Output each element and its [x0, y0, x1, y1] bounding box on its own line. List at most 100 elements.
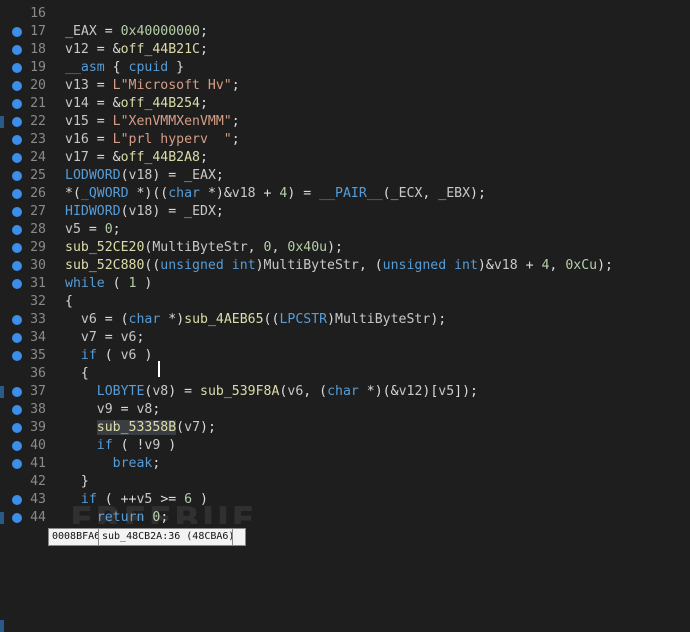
code-line[interactable]: 39 sub_53358B(v7); [0, 419, 690, 437]
code-line[interactable]: 37 LOBYTE(v8) = sub_539F8A(v6, (char *)(… [0, 383, 690, 401]
code-line[interactable]: 28 v5 = 0; [0, 221, 690, 239]
code-line[interactable]: 29 sub_52CE20(MultiByteStr, 0, 0x40u); [0, 239, 690, 257]
code-token: ( [104, 276, 129, 291]
breakpoint-dot-icon[interactable] [12, 279, 22, 289]
breakpoint-dot-icon[interactable] [12, 333, 22, 343]
breakpoint-dot-icon[interactable] [12, 45, 22, 55]
code-line[interactable]: 34 v7 = v6; [0, 329, 690, 347]
breakpoint-dot-icon[interactable] [12, 315, 22, 325]
code-text[interactable]: v14 = &off_44B254; [65, 95, 208, 113]
breakpoint-dot-icon[interactable] [12, 513, 22, 523]
code-line[interactable]: 38 v9 = v8; [0, 401, 690, 419]
code-line[interactable]: 17 _EAX = 0x40000000; [0, 23, 690, 41]
code-text[interactable]: v16 = L"prl hyperv "; [65, 131, 240, 149]
code-token: char [168, 186, 200, 201]
code-line[interactable]: 22 v15 = L"XenVMMXenVMM"; [0, 113, 690, 131]
code-line[interactable]: 35 if ( v6 ) [0, 347, 690, 365]
code-token: { [65, 294, 73, 309]
code-line[interactable]: 18 v12 = &off_44B21C; [0, 41, 690, 59]
code-text[interactable]: { [65, 365, 89, 383]
code-token: LOBYTE [96, 384, 145, 399]
breakpoint-dot-icon[interactable] [12, 171, 22, 181]
code-text[interactable]: v7 = v6; [65, 329, 145, 347]
code-token: 0 [104, 222, 113, 237]
breakpoint-dot-icon[interactable] [12, 243, 22, 253]
code-text[interactable]: LODWORD(v18) = _EAX; [65, 167, 224, 185]
code-line[interactable]: 36 { [0, 365, 690, 383]
code-text[interactable]: break; [65, 455, 161, 473]
code-text[interactable]: if ( v6 ) [65, 347, 153, 365]
code-line[interactable]: 41 break; [0, 455, 690, 473]
code-line[interactable]: 20 v13 = L"Microsoft Hv"; [0, 77, 690, 95]
code-text[interactable]: HIDWORD(v18) = _EDX; [65, 203, 224, 221]
line-number: 16 [30, 6, 46, 21]
code-text[interactable]: if ( !v9 ) [65, 437, 176, 455]
code-text[interactable]: _EAX = 0x40000000; [65, 23, 208, 41]
breakpoint-dot-icon[interactable] [12, 387, 22, 397]
breakpoint-dot-icon[interactable] [12, 63, 22, 73]
code-text[interactable]: v12 = &off_44B21C; [65, 41, 208, 59]
code-text[interactable]: v17 = &off_44B2A8; [65, 149, 208, 167]
line-number: 32 [30, 294, 46, 309]
code-line[interactable]: 40 if ( !v9 ) [0, 437, 690, 455]
line-number: 34 [30, 330, 46, 345]
pseudocode-editor[interactable]: 16 17 _EAX = 0x40000000; 18 v12 = &off_44B21… [0, 0, 690, 632]
breakpoint-dot-icon[interactable] [12, 99, 22, 109]
breakpoint-dot-icon[interactable] [12, 189, 22, 199]
text-cursor [158, 361, 160, 377]
code-line[interactable]: 42 } [0, 473, 690, 491]
breakpoint-dot-icon[interactable] [12, 27, 22, 37]
code-text[interactable]: sub_52C880((unsigned int)MultiByteStr, (… [65, 257, 613, 275]
code-line[interactable]: 27 HIDWORD(v18) = _EDX; [0, 203, 690, 221]
code-line[interactable]: 25 LODWORD(v18) = _EAX; [0, 167, 690, 185]
breakpoint-dot-icon[interactable] [12, 495, 22, 505]
breakpoint-dot-icon[interactable] [12, 423, 22, 433]
code-token: v15 [65, 114, 89, 129]
breakpoint-dot-icon[interactable] [12, 261, 22, 271]
breakpoint-dot-icon[interactable] [12, 405, 22, 415]
code-line[interactable]: 33 v6 = (char *)sub_4AEB65((LPCSTR)Multi… [0, 311, 690, 329]
code-line[interactable]: 21 v14 = &off_44B254; [0, 95, 690, 113]
code-line[interactable]: 32 { [0, 293, 690, 311]
code-line[interactable]: 19 __asm { cpuid } [0, 59, 690, 77]
breakpoint-dot-icon[interactable] [12, 81, 22, 91]
code-token: ) = [152, 168, 185, 183]
code-text[interactable]: v5 = 0; [65, 221, 121, 239]
code-line[interactable]: 24 v17 = &off_44B2A8; [0, 149, 690, 167]
code-text[interactable]: sub_53358B(v7); [65, 419, 216, 437]
code-line[interactable]: 26 *(_QWORD *)((char *)&v18 + 4) = __PAIR… [0, 185, 690, 203]
code-text[interactable]: while ( 1 ) [65, 275, 152, 293]
code-text[interactable]: { [65, 293, 73, 311]
breakpoint-dot-icon[interactable] [12, 135, 22, 145]
code-token: ) [255, 258, 264, 273]
code-text[interactable]: v9 = v8; [65, 401, 161, 419]
breakpoint-dot-icon[interactable] [12, 207, 22, 217]
breakpoint-dot-icon[interactable] [12, 459, 22, 469]
code-line[interactable]: 31 while ( 1 ) [0, 275, 690, 293]
code-text[interactable]: v13 = L"Microsoft Hv"; [65, 77, 240, 95]
code-text[interactable]: __asm { cpuid } [65, 59, 184, 77]
breakpoint-dot-icon[interactable] [12, 225, 22, 235]
code-line[interactable]: 30 sub_52C880((unsigned int)MultiByteStr,… [0, 257, 690, 275]
breakpoint-dot-icon[interactable] [12, 117, 22, 127]
code-text[interactable]: v15 = L"XenVMMXenVMM"; [65, 113, 240, 131]
code-token: *)(( [128, 186, 169, 201]
code-text[interactable]: sub_52CE20(MultiByteStr, 0, 0x40u); [65, 239, 343, 257]
code-token: ; [200, 42, 208, 57]
code-token: v12 [65, 42, 89, 57]
breakpoint-dot-icon[interactable] [12, 441, 22, 451]
code-text[interactable]: *(_QWORD *)((char *)&v18 + 4) = __PAIR__… [65, 185, 486, 203]
code-text[interactable]: } [65, 473, 89, 491]
code-line[interactable]: 16 [0, 5, 690, 23]
code-text[interactable]: v6 = (char *)sub_4AEB65((LPCSTR)MultiByt… [65, 311, 446, 329]
code-token: v18 [128, 168, 153, 183]
code-token: v9 [96, 402, 113, 417]
code-line[interactable]: 23 v16 = L"prl hyperv "; [0, 131, 690, 149]
code-text[interactable]: LOBYTE(v8) = sub_539F8A(v6, (char *)(&v1… [65, 383, 478, 401]
code-token: off_44B21C [120, 42, 200, 57]
breakpoint-dot-icon[interactable] [12, 153, 22, 163]
breakpoint-dot-icon[interactable] [12, 351, 22, 361]
